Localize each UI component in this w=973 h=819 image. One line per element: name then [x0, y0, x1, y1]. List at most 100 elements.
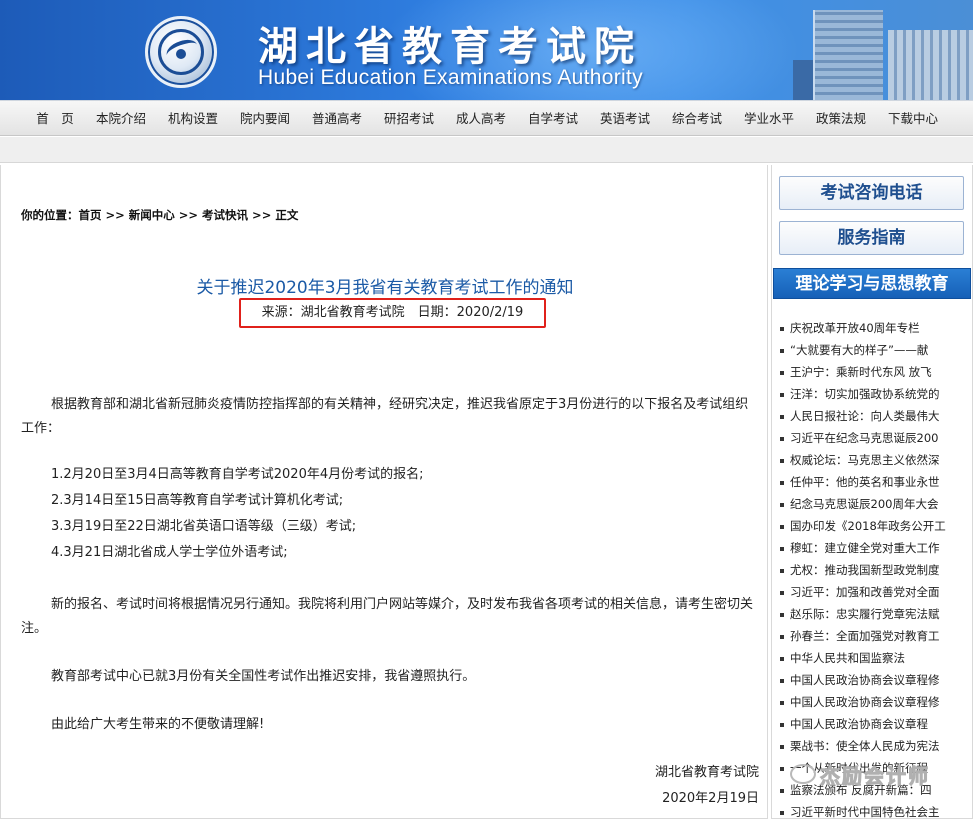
- sidebar-link[interactable]: 中华人民共和国监察法: [780, 647, 966, 669]
- intro-paragraph: 根据教育部和湖北省新冠肺炎疫情防控指挥部的有关精神，经研究决定，推迟我省原定于3…: [21, 397, 749, 436]
- nav-item[interactable]: 综合考试: [661, 101, 733, 137]
- main-nav: 首 页本院介绍 机构设置 院内要闻 普通高考 研招考试 成人高考 自学考试 英语考试 综合考试学…: [0, 100, 973, 136]
- sidebar-link[interactable]: 尤权：推动我国新型政党制度: [780, 559, 966, 581]
- nav-item[interactable]: 下载中心: [877, 101, 949, 137]
- sidebar-link[interactable]: 人民日报社论：向人类最伟大: [780, 405, 966, 427]
- bullet-icon: [780, 590, 784, 595]
- sidebar: 考试咨询电话 服务指南 理论学习与思想教育 庆祝改革开放40周年专栏 “大就要有大…: [771, 165, 973, 819]
- bullet-icon: [780, 678, 784, 683]
- sidebar-link[interactable]: 习近平新时代中国特色社会主: [780, 801, 966, 819]
- bullet-icon: [780, 568, 784, 573]
- nav-item[interactable]: 本院介绍: [85, 101, 157, 137]
- bullet-icon: [780, 766, 784, 771]
- sidebar-link[interactable]: 穆虹：建立健全党对重大工作: [780, 537, 966, 559]
- sidebar-link-label: 栗战书：使全体人民成为宪法: [790, 739, 940, 753]
- site-subtitle: Hubei Education Examinations Authority: [258, 66, 643, 89]
- bullet-icon: [780, 810, 784, 815]
- nav-subbar: [0, 137, 973, 163]
- article-panel: 你的位置：首页 >> 新闻中心 >> 考试快讯 >> 正文 关于推迟2020年3…: [0, 165, 768, 819]
- bullet-icon: [780, 744, 784, 749]
- sidebar-link-label: 纪念马克思诞辰200周年大会: [790, 497, 939, 511]
- sidebar-link[interactable]: 孙春兰：全面加强党对教育工: [780, 625, 966, 647]
- sidebar-link-label: 任仲平：他的英名和事业永世: [790, 475, 940, 489]
- sidebar-link-label: 监察法颁布 反腐开新篇：四: [790, 783, 932, 797]
- sidebar-link-label: 习近平新时代中国特色社会主: [790, 805, 940, 819]
- bullet-icon: [780, 788, 784, 793]
- sidebar-section-title: 理论学习与思想教育: [773, 268, 971, 299]
- nav-item[interactable]: 学业水平: [733, 101, 805, 137]
- nav-item[interactable]: 政策法规: [805, 101, 877, 137]
- signature-org: 湖北省教育考试院: [654, 765, 759, 780]
- sidebar-link[interactable]: 习近平在纪念马克思诞辰200: [780, 427, 966, 449]
- nav-item[interactable]: 院内要闻: [229, 101, 301, 137]
- sidebar-link-label: 国办印发《2018年政务公开工: [790, 519, 946, 533]
- sidebar-link-label: 庆祝改革开放40周年专栏: [790, 321, 920, 335]
- sidebar-link[interactable]: 习近平：加强和改善党对全面: [780, 581, 966, 603]
- article-item-list: 1.2月20日至3月4日高等教育自学考试2020年4月份考试的报名; 2.3月1…: [51, 462, 424, 566]
- sidebar-link[interactable]: 纪念马克思诞辰200周年大会: [780, 493, 966, 515]
- sidebar-link-label: 中国人民政治协商会议章程: [790, 717, 928, 731]
- bullet-icon: [780, 546, 784, 551]
- bullet-icon: [780, 326, 784, 331]
- sidebar-link-label: 习近平：加强和改善党对全面: [790, 585, 940, 599]
- nav-item[interactable]: 研招考试: [373, 101, 445, 137]
- sidebar-link[interactable]: 国办印发《2018年政务公开工: [780, 515, 966, 537]
- bullet-icon: [780, 414, 784, 419]
- bullet-icon: [780, 480, 784, 485]
- bullet-icon: [780, 700, 784, 705]
- sidebar-link[interactable]: 一个从新时代出发的新征程: [780, 757, 966, 779]
- list-item: 2.3月14日至15日高等教育自学考试计算机化考试;: [51, 493, 344, 508]
- bullet-icon: [780, 392, 784, 397]
- sidebar-link[interactable]: 中国人民政治协商会议章程: [780, 713, 966, 735]
- sidebar-link[interactable]: 赵乐际：忠实履行党章宪法赋: [780, 603, 966, 625]
- sidebar-link-label: 汪洋：切实加强政协系统党的: [790, 387, 940, 401]
- sidebar-link-label: 尤权：推动我国新型政党制度: [790, 563, 940, 577]
- sidebar-link[interactable]: 栗战书：使全体人民成为宪法: [780, 735, 966, 757]
- nav-item[interactable]: 自学考试: [517, 101, 589, 137]
- sidebar-link-label: 习近平在纪念马克思诞辰200: [790, 431, 939, 445]
- bullet-icon: [780, 436, 784, 441]
- sidebar-link[interactable]: 监察法颁布 反腐开新篇：四: [780, 779, 966, 801]
- sidebar-link-list: 庆祝改革开放40周年专栏 “大就要有大的样子”——献王沪宁：乘新时代东风 放飞汪洋…: [780, 317, 966, 819]
- notice-paragraph: 新的报名、考试时间将根据情况另行通知。我院将利用门户网站等媒介，及时发布我省各项…: [21, 597, 754, 636]
- nav-item[interactable]: 英语考试: [589, 101, 661, 137]
- sidebar-link-label: “大就要有大的样子”——献: [790, 343, 929, 357]
- site-banner: 湖北省教育考试院 Hubei Education Examinations Au…: [0, 0, 973, 100]
- sidebar-link[interactable]: 庆祝改革开放40周年专栏: [780, 317, 966, 339]
- emblem-logo-icon[interactable]: [145, 16, 217, 88]
- bullet-icon: [780, 370, 784, 375]
- sidebar-link-label: 权威论坛：马克思主义依然深: [790, 453, 940, 467]
- sidebar-link[interactable]: 任仲平：他的英名和事业永世: [780, 471, 966, 493]
- bullet-icon: [780, 722, 784, 727]
- service-guide-button[interactable]: 服务指南: [779, 221, 964, 255]
- bullet-icon: [780, 612, 784, 617]
- sidebar-link[interactable]: 权威论坛：马克思主义依然深: [780, 449, 966, 471]
- exam-hotline-button[interactable]: 考试咨询电话: [779, 176, 964, 210]
- nav-item[interactable]: 机构设置: [157, 101, 229, 137]
- list-item: 4.3月21日湖北省成人学士学位外语考试;: [51, 545, 288, 560]
- nav-list: 首 页本院介绍 机构设置 院内要闻 普通高考 研招考试 成人高考 自学考试 英语考试 综合考试学…: [25, 101, 949, 137]
- nav-item[interactable]: 首 页: [25, 101, 85, 137]
- building-illustration: [793, 0, 973, 100]
- sidebar-link-label: 赵乐际：忠实履行党章宪法赋: [790, 607, 940, 621]
- sidebar-link[interactable]: “大就要有大的样子”——献: [780, 339, 966, 361]
- building-tower: [813, 10, 883, 100]
- sidebar-link-label: 一个从新时代出发的新征程: [790, 761, 928, 775]
- sidebar-link-label: 孙春兰：全面加强党对教育工: [790, 629, 940, 643]
- sidebar-link[interactable]: 汪洋：切实加强政协系统党的: [780, 383, 966, 405]
- sidebar-link[interactable]: 中国人民政治协商会议章程修: [780, 691, 966, 713]
- sidebar-link-label: 中国人民政治协商会议章程修: [790, 695, 940, 709]
- apology-paragraph: 由此给广大考生带来的不便敬请理解!: [51, 717, 265, 732]
- breadcrumb: 你的位置：首页 >> 新闻中心 >> 考试快讯 >> 正文: [21, 208, 299, 222]
- sidebar-link[interactable]: 中国人民政治协商会议章程修: [780, 669, 966, 691]
- sidebar-link-label: 中国人民政治协商会议章程修: [790, 673, 940, 687]
- building-wing: [888, 30, 973, 100]
- signature-date: 2020年2月19日: [662, 791, 759, 806]
- bullet-icon: [780, 502, 784, 507]
- site-title: 湖北省教育考试院: [258, 23, 642, 70]
- sidebar-link-label: 人民日报社论：向人类最伟大: [790, 409, 940, 423]
- list-item: 1.2月20日至3月4日高等教育自学考试2020年4月份考试的报名;: [51, 467, 424, 482]
- nav-item[interactable]: 成人高考: [445, 101, 517, 137]
- nav-item[interactable]: 普通高考: [301, 101, 373, 137]
- sidebar-link[interactable]: 王沪宁：乘新时代东风 放飞: [780, 361, 966, 383]
